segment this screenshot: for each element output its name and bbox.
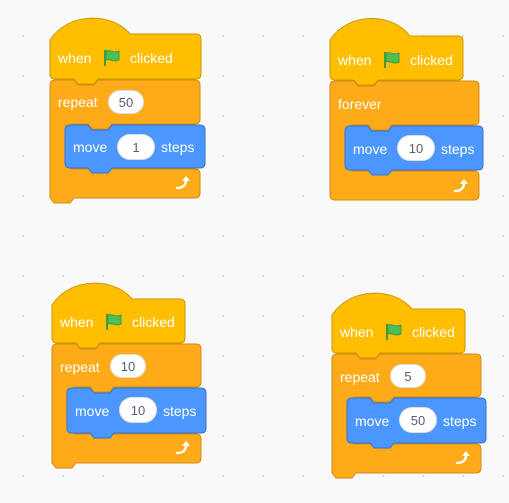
repeat-count-input[interactable]: 5 — [390, 364, 426, 388]
move-label: move — [75, 403, 110, 419]
script-4[interactable]: when clicked repeat 5 move 50 steps — [331, 292, 492, 483]
hat-when-label: when — [58, 50, 92, 66]
steps-label: steps — [163, 403, 197, 419]
script-3[interactable]: when clicked repeat 10 move 10 steps — [51, 282, 212, 473]
move-label: move — [73, 139, 108, 155]
scratch-workspace[interactable]: { "colors": { "events": "#ffbf00", "even… — [0, 0, 509, 503]
move-steps-input[interactable]: 10 — [119, 397, 157, 423]
forever-label: forever — [338, 96, 382, 112]
green-flag-icon — [104, 50, 120, 66]
repeat-arrow-icon — [455, 451, 470, 465]
script-2[interactable]: when clicked forever move 10 steps — [329, 18, 490, 208]
repeat-label: repeat — [60, 359, 100, 375]
script-1[interactable]: when clicked repeat 50 move 1 steps — [49, 17, 210, 208]
repeat-count-input[interactable]: 10 — [110, 354, 146, 378]
repeat-label: repeat — [340, 369, 380, 385]
repeat-arrow-icon — [453, 179, 468, 193]
move-steps-input[interactable]: 50 — [399, 407, 437, 433]
hat-when-label: when — [338, 52, 372, 68]
hat-when-label: when — [340, 324, 374, 340]
steps-label: steps — [161, 139, 195, 155]
steps-label: steps — [443, 413, 477, 429]
green-flag-icon — [386, 324, 402, 340]
hat-when-label: when — [60, 314, 94, 330]
repeat-arrow-icon — [175, 441, 190, 455]
green-flag-icon — [106, 314, 122, 330]
hat-clicked-label: clicked — [410, 52, 453, 68]
move-steps-input[interactable]: 10 — [397, 135, 435, 161]
repeat-arrow-icon — [175, 176, 190, 190]
hat-clicked-label: clicked — [412, 324, 455, 340]
move-label: move — [355, 413, 390, 429]
steps-label: steps — [441, 141, 475, 157]
green-flag-icon — [384, 52, 400, 68]
move-label: move — [353, 141, 388, 157]
move-steps-input[interactable]: 1 — [117, 134, 155, 160]
hat-clicked-label: clicked — [132, 314, 175, 330]
repeat-count-input[interactable]: 50 — [108, 90, 144, 114]
repeat-label: repeat — [58, 94, 98, 110]
hat-clicked-label: clicked — [130, 50, 173, 66]
